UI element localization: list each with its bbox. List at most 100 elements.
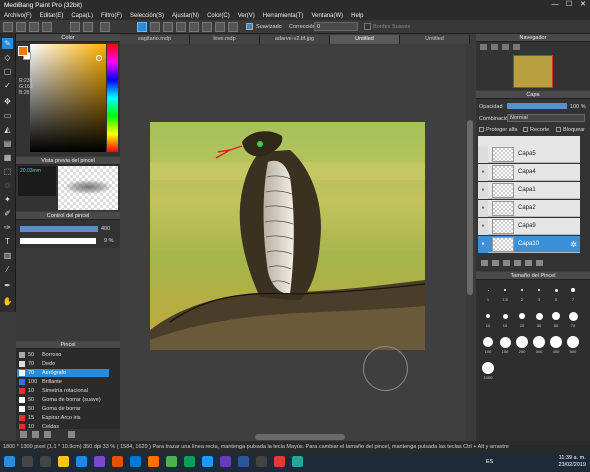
windows-start-icon[interactable] <box>4 456 15 467</box>
new-file-icon[interactable] <box>3 22 13 32</box>
deselect-icon[interactable] <box>100 22 110 32</box>
tab-sagitario[interactable]: sagitario.mdp <box>120 35 190 44</box>
brush-size-dot[interactable] <box>552 312 560 320</box>
hand-tool-icon[interactable]: ✋ <box>2 296 13 307</box>
brush-opacity-slider[interactable] <box>20 238 96 244</box>
brush-size-slider[interactable] <box>20 226 98 232</box>
task-view-icon[interactable] <box>40 456 51 467</box>
app-icon-7[interactable] <box>202 456 213 467</box>
tab-adarve[interactable]: adarve-v2.tif.jpg <box>260 35 330 44</box>
brush-settings-icon[interactable] <box>32 431 39 438</box>
app-icon-4[interactable] <box>148 456 159 467</box>
edge-icon[interactable] <box>76 456 87 467</box>
layer-row[interactable]: ● Capa1 <box>478 181 580 199</box>
open-file-icon[interactable] <box>16 22 26 32</box>
medibang-taskbar-icon[interactable] <box>292 456 303 467</box>
undo-icon[interactable] <box>70 22 80 32</box>
magic-wand-icon[interactable]: ✦ <box>2 194 13 205</box>
word-icon[interactable] <box>238 456 249 467</box>
brush-size-dot[interactable] <box>550 336 562 348</box>
visibility-icon[interactable]: ● <box>478 217 488 235</box>
delete-layer-icon[interactable] <box>536 260 543 266</box>
merge-down-icon[interactable] <box>525 260 532 266</box>
visibility-icon[interactable] <box>478 145 488 163</box>
layer-row-partial[interactable] <box>478 136 580 146</box>
fill-tool-icon[interactable]: ◭ <box>2 124 13 135</box>
add-folder-icon[interactable] <box>503 260 510 266</box>
tab-untitled-2[interactable]: Untitled <box>400 35 470 44</box>
artwork-canvas[interactable] <box>150 122 425 350</box>
app-icon-6[interactable] <box>184 456 195 467</box>
tab-love[interactable]: love.mdp <box>190 35 260 44</box>
close-button[interactable]: ✕ <box>576 0 590 10</box>
snap-radial-icon[interactable] <box>176 22 186 32</box>
menu-ver[interactable]: Ver(V) <box>238 13 255 19</box>
correccion-select[interactable]: 0 <box>314 22 358 31</box>
brush-size-dot[interactable] <box>486 314 490 318</box>
brush-item[interactable]: 50 Goma de borrar <box>17 405 109 413</box>
protect-alpha-checkbox[interactable] <box>479 127 484 132</box>
fit-icon[interactable] <box>502 44 509 50</box>
brush-size-dot[interactable] <box>533 336 545 348</box>
foreground-color-swatch[interactable] <box>18 46 28 56</box>
app-icon-10[interactable] <box>274 456 285 467</box>
system-clock[interactable]: 11:39 a. m. 23/02/2019 <box>558 455 586 469</box>
app-icon-8[interactable] <box>220 456 231 467</box>
brush-size-dot[interactable] <box>504 289 506 291</box>
picker-tool-icon[interactable]: ✒ <box>2 280 13 291</box>
redo-icon[interactable] <box>83 22 93 32</box>
brush-size-dot[interactable] <box>483 337 493 347</box>
rotate-icon[interactable] <box>513 44 520 50</box>
gradient-tool-icon[interactable]: ▤ <box>2 138 13 149</box>
vertical-scroll-thumb[interactable] <box>467 120 473 295</box>
brush-size-dot[interactable] <box>567 336 579 348</box>
layer-row[interactable]: ● Capa4 <box>478 163 580 181</box>
visibility-icon[interactable]: ● <box>478 235 488 253</box>
snap-vanish-icon[interactable] <box>163 22 173 32</box>
add-brush-icon[interactable] <box>20 431 27 438</box>
brush-item[interactable]: 50 Goma de borrar (suave) <box>17 396 109 404</box>
brush-size-dot[interactable] <box>554 288 558 292</box>
app-icon-3[interactable] <box>130 456 141 467</box>
add-layer-icon[interactable] <box>481 260 488 266</box>
layer-row[interactable]: ● Capa2 <box>478 199 580 217</box>
brush-item[interactable]: 10 Simetría rotacional <box>17 387 109 395</box>
snap-circle-icon[interactable] <box>189 22 199 32</box>
menu-editar[interactable]: Editar(E) <box>40 13 64 19</box>
menu-color[interactable]: Color(C) <box>207 13 230 19</box>
brush-item[interactable]: 50 Borroso <box>17 351 109 359</box>
brush-size-dot[interactable] <box>571 288 575 292</box>
bordes-checkbox[interactable] <box>364 23 371 30</box>
select-eraser-icon[interactable]: ✑ <box>2 222 13 233</box>
duplicate-layer-icon[interactable] <box>514 260 521 266</box>
color-cursor[interactable] <box>96 55 102 61</box>
visibility-icon[interactable]: ● <box>478 199 488 217</box>
gear-icon[interactable]: ✲ <box>570 240 577 249</box>
brush-size-dot[interactable] <box>482 362 494 374</box>
divide-tool-icon[interactable]: ▥ <box>2 250 13 261</box>
menu-archivo[interactable]: Archivo(F) <box>4 13 32 19</box>
minimize-button[interactable]: — <box>548 0 562 10</box>
zoom-out-icon[interactable] <box>491 44 498 50</box>
cloud-brush-icon[interactable] <box>68 431 75 438</box>
zoom-in-icon[interactable] <box>480 44 487 50</box>
menu-ventana[interactable]: Ventana(W) <box>311 13 343 19</box>
select-rect-icon[interactable]: ⬚ <box>2 166 13 177</box>
eyedropper-icon[interactable]: ⁄ <box>2 264 13 275</box>
brush-size-dot[interactable] <box>516 336 528 348</box>
layer-row-selected[interactable]: ● Capa10 ✲ <box>478 235 580 253</box>
snap-settings-icon[interactable] <box>215 22 225 32</box>
text-tool-icon[interactable]: T <box>2 236 13 247</box>
search-icon[interactable] <box>22 456 33 467</box>
hue-slider[interactable] <box>107 44 118 152</box>
visibility-icon[interactable]: ● <box>478 181 488 199</box>
saturation-value-picker[interactable] <box>30 44 106 152</box>
check-tool-icon[interactable]: ✓ <box>2 80 13 91</box>
layer-opacity-slider[interactable] <box>507 103 567 109</box>
brush-size-dot[interactable] <box>499 336 511 348</box>
brush-size-dot[interactable] <box>519 313 525 319</box>
menu-herramienta[interactable]: Herramienta(T) <box>263 13 304 19</box>
app-icon-2[interactable] <box>112 456 123 467</box>
lock-checkbox[interactable] <box>556 127 561 132</box>
snap-parallel-icon[interactable] <box>137 22 147 32</box>
